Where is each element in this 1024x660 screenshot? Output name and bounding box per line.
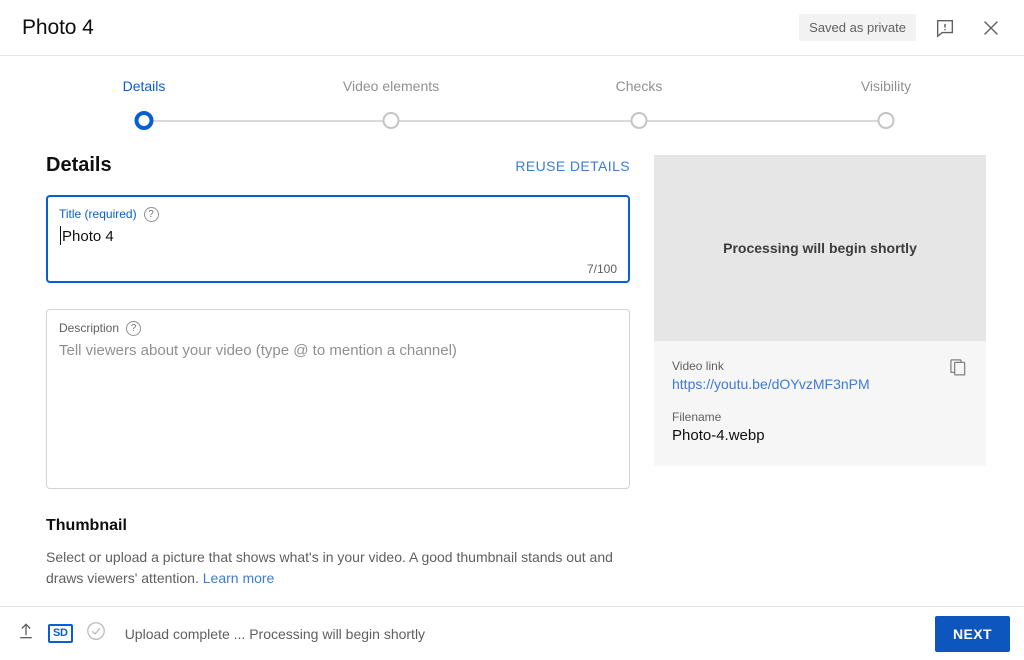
stepper-label-video-elements[interactable]: Video elements (343, 78, 439, 94)
status-badge: Saved as private (799, 14, 916, 41)
thumbnail-description-text: Select or upload a picture that shows wh… (46, 549, 613, 586)
title-field[interactable]: Title (required) ? Photo 4 7/100 (46, 195, 630, 283)
feedback-icon (934, 17, 956, 39)
dialog-header: Photo 4 Saved as private (0, 0, 1024, 56)
close-icon (980, 17, 1002, 39)
filename-label: Filename (672, 410, 722, 424)
details-section-header: Details REUSE DETAILS (46, 134, 630, 195)
thumbnail-description: Select or upload a picture that shows wh… (46, 547, 626, 589)
title-input-value: Photo 4 (62, 228, 114, 245)
stepper-dot-checks[interactable] (630, 112, 648, 129)
title-field-label-row: Title (required) ? (59, 206, 617, 222)
video-link-block: Video link https://youtu.be/dOYvzMF3nPM (672, 359, 968, 392)
video-info-panel: Video link https://youtu.be/dOYvzMF3nPM … (654, 341, 986, 466)
stepper-track-line (144, 120, 886, 122)
video-link-value[interactable]: https://youtu.be/dOYvzMF3nPM (672, 376, 968, 392)
thumbnail-heading: Thumbnail (46, 517, 127, 534)
upload-status-text: Upload complete ... Processing will begi… (124, 625, 426, 642)
processing-message: Processing will begin shortly (723, 240, 917, 256)
stepper-dot-visibility[interactable] (877, 112, 895, 129)
check-circle-icon (85, 620, 107, 647)
stepper-track (0, 106, 1024, 136)
description-field[interactable]: Description ? Tell viewers about your vi… (46, 309, 630, 489)
details-heading: Details (46, 154, 112, 176)
dialog-body: Details REUSE DETAILS Title (required) ?… (0, 134, 1024, 634)
quality-badge: SD (48, 624, 73, 643)
stepper-labels: Details Video elements Checks Visibility (0, 78, 1024, 100)
filename-block: Filename Photo-4.webp (672, 410, 968, 444)
upload-icon (16, 621, 36, 646)
text-caret (60, 226, 61, 245)
video-link-label: Video link (672, 359, 724, 373)
video-preview-box: Processing will begin shortly (654, 155, 986, 341)
upload-status-icons: SD (16, 620, 107, 647)
title-field-label: Title (required) (59, 207, 137, 221)
copy-link-button[interactable] (944, 355, 972, 383)
close-button[interactable] (974, 11, 1008, 45)
learn-more-link[interactable]: Learn more (203, 570, 275, 586)
dialog-footer: SD Upload complete ... Processing will b… (0, 606, 1024, 660)
description-field-label: Description (59, 321, 120, 335)
title-char-counter: 7/100 (586, 262, 617, 276)
copy-icon (948, 357, 968, 382)
filename-value: Photo-4.webp (672, 427, 765, 444)
thumbnail-section: Thumbnail Select or upload a picture tha… (46, 517, 630, 589)
stepper-dot-details[interactable] (134, 111, 154, 130)
details-column: Details REUSE DETAILS Title (required) ?… (46, 134, 630, 589)
page-title: Photo 4 (22, 15, 94, 39)
header-actions: Saved as private (799, 11, 1008, 45)
description-input[interactable]: Tell viewers about your video (type @ to… (59, 340, 617, 362)
title-input[interactable]: Photo 4 (59, 226, 617, 248)
help-icon[interactable]: ? (143, 206, 159, 222)
stepper-dot-video-elements[interactable] (382, 112, 400, 129)
description-field-label-row: Description ? (59, 320, 617, 336)
upload-stepper: Details Video elements Checks Visibility (0, 56, 1024, 134)
next-button[interactable]: NEXT (935, 615, 1010, 652)
body-columns: Details REUSE DETAILS Title (required) ?… (46, 134, 986, 589)
reuse-details-button[interactable]: REUSE DETAILS (515, 158, 630, 174)
help-icon[interactable]: ? (126, 320, 142, 336)
stepper-label-details[interactable]: Details (123, 78, 166, 94)
preview-column: Processing will begin shortly Video link… (654, 134, 986, 589)
stepper-label-checks[interactable]: Checks (616, 78, 663, 94)
stepper-label-visibility[interactable]: Visibility (861, 78, 911, 94)
feedback-button[interactable] (928, 11, 962, 45)
